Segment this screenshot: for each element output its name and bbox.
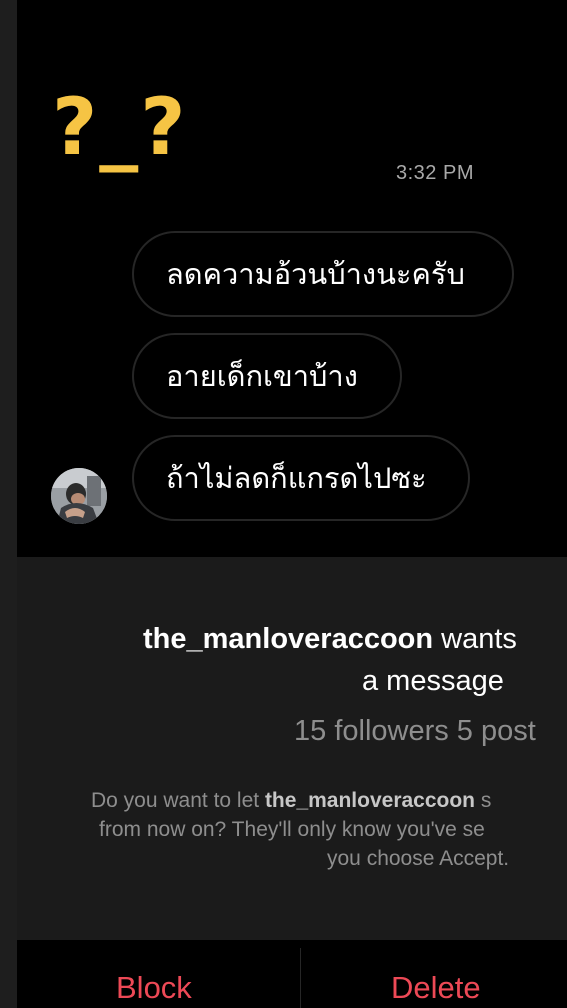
message-text: ถ้าไม่ลดก็แกรดไปซะ [166,461,427,495]
desc-username: the_manloveraccoon [264,789,476,812]
request-description-line3: you choose Accept. [327,847,510,870]
actions-divider [300,948,301,1008]
sender-avatar[interactable] [51,468,107,524]
request-actions: Block Delete [17,940,567,1008]
desc-prefix: Do you want to let [91,789,265,812]
message-request-panel: the_manloveraccoon wants a message 15 fo… [17,557,567,940]
message-text: อายเด็กเขาบ้าง [166,359,358,393]
message-bubble[interactable]: ถ้าไม่ลดก็แกรดไปซะ [132,435,470,521]
left-edge-strip [0,0,17,1008]
request-title: the_manloveraccoon wants [143,623,517,656]
message-text: ลดความอ้วนบ้างนะครับ [166,257,465,291]
request-title-line2: a message [362,665,504,697]
block-button[interactable]: Block [116,970,192,1006]
avatar-photo [51,468,107,524]
overlay-emoticon: ?_? [52,83,188,173]
request-username[interactable]: the_manloveraccoon [143,623,433,655]
request-stats: 15 followers 5 post [294,715,536,747]
request-title-suffix: wants [433,623,517,655]
request-description-line2: from now on? They'll only know you've se [99,818,485,841]
delete-button[interactable]: Delete [391,970,481,1006]
message-bubble[interactable]: อายเด็กเขาบ้าง [132,333,402,419]
desc-suffix: s [475,789,492,812]
message-bubble[interactable]: ลดความอ้วนบ้างนะครับ [132,231,514,317]
message-timestamp: 3:32 PM [396,162,474,184]
request-description-line1: Do you want to let the_manloveraccoon s [91,789,491,813]
